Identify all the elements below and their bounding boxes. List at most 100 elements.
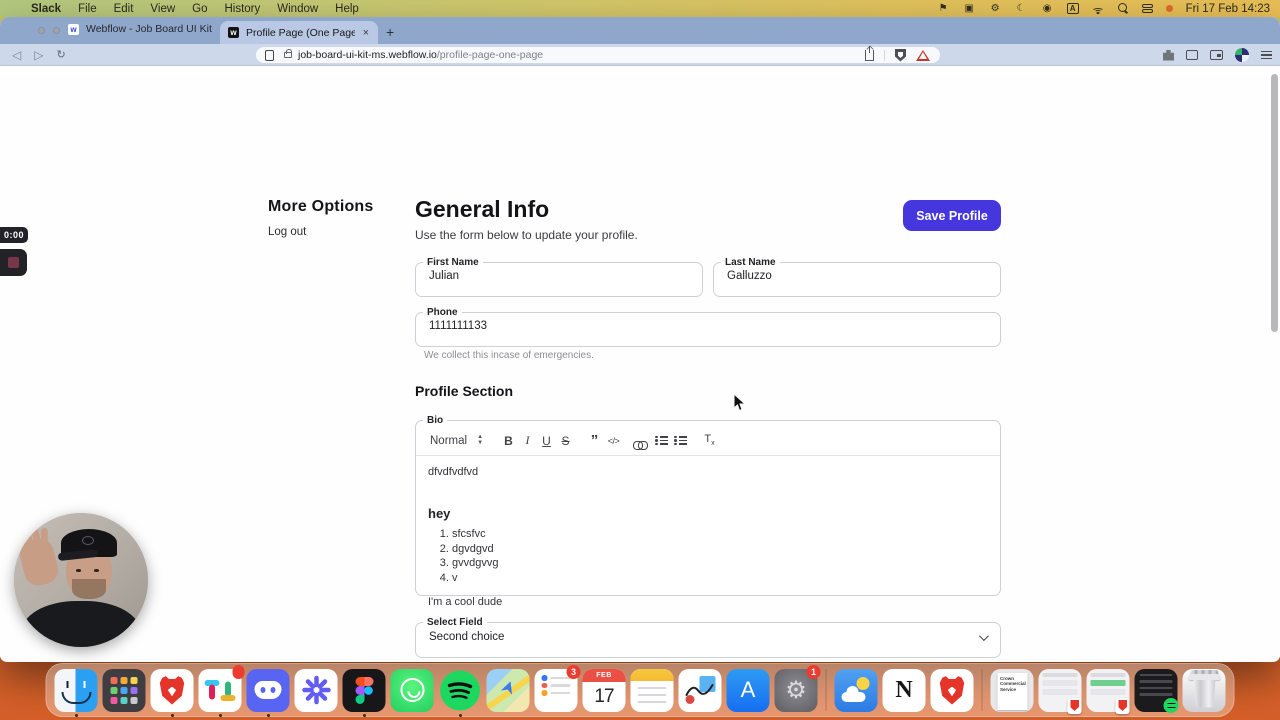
gear-icon[interactable]: ⚙	[989, 3, 1002, 14]
ordered-list-icon	[655, 435, 669, 446]
brave-shield-icon[interactable]	[895, 48, 906, 62]
stop-recording-button[interactable]	[0, 249, 27, 276]
extensions-puzzle-icon[interactable]	[1163, 49, 1174, 61]
dock-whatsapp[interactable]	[390, 668, 435, 713]
dock-launchpad[interactable]	[102, 668, 147, 713]
dock-spotify[interactable]	[438, 668, 483, 717]
screen-record-icon[interactable]: ◉	[1041, 3, 1054, 14]
input-source-icon[interactable]: ⚑	[937, 3, 950, 14]
dock-calendar[interactable]: FEB 17	[582, 668, 627, 713]
select-field[interactable]: Select Field Second choice	[415, 617, 1001, 658]
wallet-icon[interactable]	[1210, 50, 1223, 60]
dock-figma[interactable]	[342, 668, 387, 717]
new-tab-button[interactable]: +	[386, 24, 394, 40]
forward-button[interactable]: ▷	[34, 48, 43, 62]
back-button[interactable]: ◁	[12, 48, 21, 62]
italic-button[interactable]: I	[518, 433, 537, 448]
phone-value[interactable]: 1111111133	[416, 318, 1000, 332]
ordered-list-button[interactable]	[652, 435, 671, 446]
control-center-icon[interactable]	[1141, 3, 1153, 14]
underline-button[interactable]: U	[537, 434, 556, 448]
dock-finder[interactable]	[54, 668, 99, 717]
dock-divider	[825, 669, 827, 711]
scrollbar-thumb[interactable]	[1271, 74, 1278, 332]
browser-menu-icon[interactable]	[1261, 50, 1272, 60]
tab-webflow-designer[interactable]: w Webflow - Job Board UI Kit	[68, 23, 213, 35]
dock-maps[interactable]	[486, 668, 531, 713]
recording-indicator-icon[interactable]	[1165, 5, 1173, 12]
dock-trash[interactable]	[1182, 668, 1227, 713]
keyboard-a-icon[interactable]: A	[1066, 3, 1079, 14]
menu-item-go[interactable]: Go	[192, 3, 207, 15]
first-name-value[interactable]: Julian	[416, 268, 702, 282]
figma-logo-icon	[355, 676, 373, 704]
logout-link[interactable]: Log out	[268, 226, 306, 238]
menu-item-window[interactable]: Window	[277, 3, 318, 15]
address-bar[interactable]: job-board-ui-kit-ms.webflow.io /profile-…	[256, 45, 940, 63]
page-scrollbar[interactable]	[1270, 71, 1279, 659]
loom-pinwheel-icon	[301, 675, 331, 705]
dock-system-settings[interactable]: 1 ⚙	[774, 664, 821, 713]
blockquote-button[interactable]: ”	[585, 433, 604, 448]
focus-moon-icon[interactable]: ☾	[1015, 3, 1028, 14]
dock-weather[interactable]	[834, 668, 879, 713]
wifi-icon[interactable]	[1092, 4, 1105, 14]
display-icon[interactable]: ▣	[963, 3, 976, 14]
brave-badge-icon	[1115, 697, 1130, 714]
active-app-name[interactable]: Slack	[31, 3, 61, 15]
menu-bar: Slack File Edit View Go History Window H…	[0, 0, 1280, 17]
dock-loom[interactable]	[294, 668, 339, 713]
sidebar-toggle-icon[interactable]	[1186, 50, 1198, 60]
dock-slack[interactable]	[198, 664, 245, 717]
first-name-field[interactable]: First Name Julian	[415, 257, 703, 297]
dock-reminders[interactable]: 3	[534, 664, 581, 713]
profile-avatar[interactable]	[1235, 48, 1249, 62]
dock-minimized-spotify-window[interactable]	[1134, 668, 1179, 713]
bookmark-icon[interactable]	[265, 49, 274, 61]
brave-badge-icon	[1067, 697, 1082, 714]
menu-item-edit[interactable]: Edit	[114, 3, 134, 15]
menu-item-help[interactable]: Help	[335, 3, 359, 15]
last-name-value[interactable]: Galluzzo	[714, 268, 1000, 282]
webcam-overlay[interactable]	[14, 513, 148, 647]
dock-brave-beta[interactable]	[930, 668, 975, 713]
code-button[interactable]: </>	[604, 436, 623, 446]
minimize-window-button[interactable]	[53, 27, 60, 34]
menu-bar-clock[interactable]: Fri 17 Feb 14:23	[1186, 3, 1270, 15]
dock-minimized-brave-window-1[interactable]	[1038, 668, 1083, 714]
unordered-list-button[interactable]	[671, 435, 690, 446]
stop-icon	[8, 257, 19, 268]
last-name-field[interactable]: Last Name Galluzzo	[713, 257, 1001, 297]
dock-freeform[interactable]	[678, 668, 723, 713]
tab-profile-page[interactable]: w Profile Page (One Page) ×	[220, 21, 378, 44]
sidebar-title: More Options	[268, 198, 374, 215]
phone-field[interactable]: Phone 1111111133	[415, 307, 1001, 347]
bio-content[interactable]: dfvdfvdfvd hey sfcsfvc dgvdgvd gvvdgvvg …	[416, 456, 1000, 618]
share-icon[interactable]	[865, 45, 874, 61]
menu-item-file[interactable]: File	[78, 3, 97, 15]
tab-close-icon[interactable]: ×	[362, 27, 370, 39]
reload-button[interactable]: ↻	[56, 48, 65, 61]
dock-brave[interactable]	[150, 668, 195, 717]
menu-item-view[interactable]: View	[150, 3, 175, 15]
dock-app-store[interactable]: A	[726, 668, 771, 713]
warning-triangle-icon[interactable]	[916, 49, 930, 61]
dock-notes[interactable]	[630, 668, 675, 713]
spotlight-icon[interactable]	[1117, 3, 1129, 14]
menu-item-history[interactable]: History	[224, 3, 260, 15]
recording-timer-badge: 0:00	[0, 227, 28, 243]
save-profile-button[interactable]: Save Profile	[903, 200, 1001, 231]
chevron-down-icon	[978, 630, 989, 641]
notification-badge	[232, 664, 245, 679]
bold-button[interactable]: B	[499, 434, 518, 448]
strikethrough-button[interactable]: S	[556, 434, 575, 448]
dock-minimized-brave-window-2[interactable]	[1086, 668, 1131, 714]
freeform-squiggle-icon	[685, 683, 714, 696]
dock-notion[interactable]: N	[882, 668, 927, 713]
close-window-button[interactable]	[38, 27, 45, 34]
dock-discord[interactable]	[246, 668, 291, 717]
dock-minimized-document[interactable]: Crown Commercial Service	[990, 668, 1035, 713]
clear-formatting-button[interactable]: Tx	[700, 433, 719, 447]
format-dropdown[interactable]: Normal ▲ ▼	[430, 434, 483, 447]
bio-editor[interactable]: Bio Normal ▲ ▼ B I U S ” </> Tx dfvdfvdfv…	[415, 415, 1001, 608]
